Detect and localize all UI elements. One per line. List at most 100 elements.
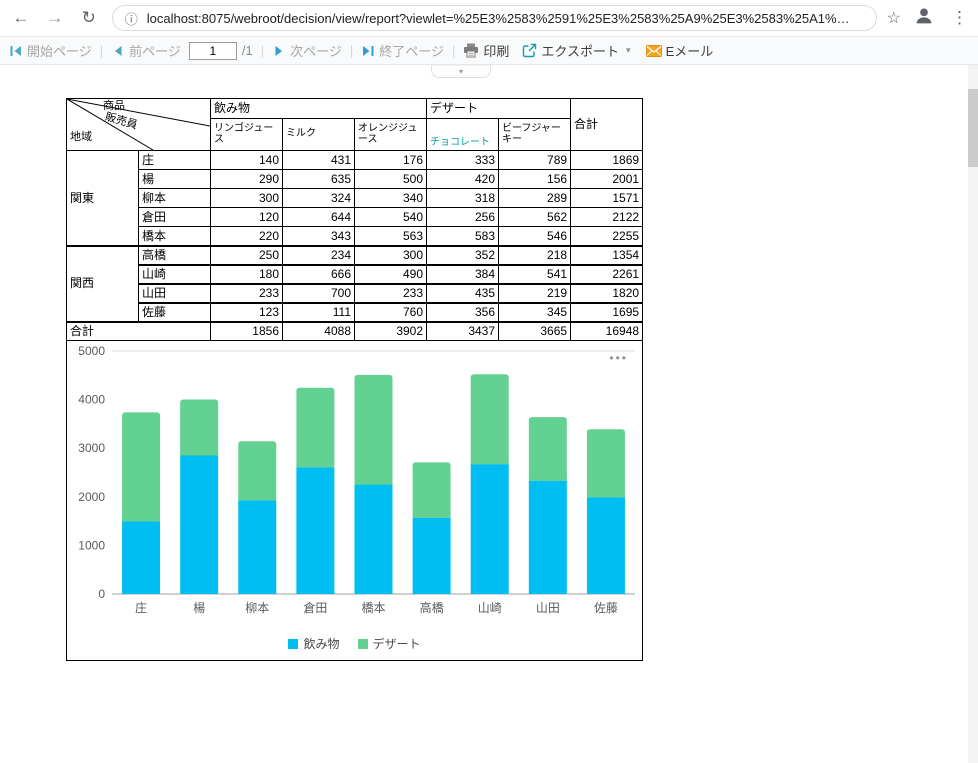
bar-segment-drinks[interactable] bbox=[180, 455, 218, 594]
value-cell: 500 bbox=[355, 170, 427, 189]
column-header-milk: ミルク bbox=[283, 118, 355, 150]
value-cell: 760 bbox=[355, 303, 427, 322]
email-button[interactable]: Eメール bbox=[646, 41, 714, 60]
print-button[interactable]: 印刷 bbox=[463, 41, 509, 60]
pivot-table: 商品 販売員 地域 飲み物 デザート 合計 リンゴジュース ミルク オレンジジュ… bbox=[66, 98, 643, 341]
value-cell: 431 bbox=[283, 151, 355, 170]
region-cell: 関西 bbox=[67, 246, 139, 322]
profile-avatar-icon[interactable] bbox=[913, 5, 935, 32]
bar-segment-dessert[interactable] bbox=[238, 441, 276, 500]
column-header-orange-juice: オレンジジュース bbox=[355, 118, 427, 150]
reload-icon[interactable]: ↻ bbox=[78, 8, 100, 28]
bar-segment-drinks[interactable] bbox=[413, 518, 451, 594]
last-page-label: 終了ページ bbox=[379, 41, 444, 60]
table-row: 山崎1806664903845412261 bbox=[67, 265, 643, 284]
info-icon[interactable]: ⓘ bbox=[125, 9, 138, 28]
value-cell: 256 bbox=[427, 208, 499, 227]
y-tick-label: 1000 bbox=[78, 538, 105, 552]
value-cell: 140 bbox=[211, 151, 283, 170]
forward-icon[interactable]: → bbox=[44, 8, 66, 28]
bar-segment-drinks[interactable] bbox=[587, 497, 625, 594]
email-label: Eメール bbox=[666, 41, 714, 60]
bar-segment-drinks[interactable] bbox=[355, 485, 393, 594]
value-cell: 333 bbox=[427, 151, 499, 170]
legend-item[interactable]: 飲み物 bbox=[288, 635, 339, 652]
bar-segment-dessert[interactable] bbox=[122, 412, 160, 521]
next-page-label: 次ページ bbox=[290, 41, 342, 60]
column-header-apple-juice: リンゴジュース bbox=[211, 118, 283, 150]
x-category-label: 山崎 bbox=[478, 601, 502, 615]
prev-page-button[interactable]: 前ページ bbox=[111, 41, 181, 60]
vertical-scrollbar[interactable] bbox=[968, 65, 978, 763]
chart-legend: 飲み物 デザート bbox=[67, 635, 642, 652]
seller-cell: 庄 bbox=[139, 151, 211, 170]
y-tick-label: 0 bbox=[98, 587, 105, 601]
bar-segment-dessert[interactable] bbox=[180, 400, 218, 456]
separator: | bbox=[452, 43, 455, 58]
value-cell: 233 bbox=[355, 284, 427, 303]
prev-page-icon bbox=[111, 44, 125, 58]
report-toolbar: 開始ページ | 前ページ /1 | 次ページ | 終了ページ | 印刷 bbox=[0, 36, 978, 65]
legend-item[interactable]: デザート bbox=[358, 635, 421, 652]
value-cell: 352 bbox=[427, 246, 499, 265]
value-cell: 180 bbox=[211, 265, 283, 284]
seller-cell: 山崎 bbox=[139, 265, 211, 284]
value-cell: 2001 bbox=[571, 170, 643, 189]
value-cell: 300 bbox=[211, 189, 283, 208]
bar-segment-dessert[interactable] bbox=[296, 388, 334, 468]
table-row: 佐藤1231117603563451695 bbox=[67, 303, 643, 322]
bar-segment-drinks[interactable] bbox=[471, 464, 509, 594]
stacked-bar-chart: ••• 010002000300040005000庄楊柳本倉田橋本高橋山崎山田佐… bbox=[66, 341, 643, 661]
page-total-label: /1 bbox=[242, 43, 253, 58]
bar-segment-dessert[interactable] bbox=[471, 374, 509, 464]
export-button[interactable]: エクスポート ▾ bbox=[522, 41, 630, 60]
address-bar[interactable]: ⓘ localhost:8075/webroot/decision/view/r… bbox=[112, 5, 877, 31]
table-row: 関東庄1404311763337891869 bbox=[67, 151, 643, 170]
table-row: 山田2337002334352191820 bbox=[67, 284, 643, 303]
seller-cell: 橋本 bbox=[139, 227, 211, 246]
y-tick-label: 2000 bbox=[78, 490, 105, 504]
x-category-label: 楊 bbox=[193, 600, 205, 615]
column-header-chocolate: チョコレート bbox=[427, 118, 499, 150]
first-page-button[interactable]: 開始ページ bbox=[9, 41, 92, 60]
value-cell: 300 bbox=[355, 246, 427, 265]
value-cell: 219 bbox=[499, 284, 571, 303]
bar-segment-dessert[interactable] bbox=[413, 462, 451, 517]
value-cell: 2255 bbox=[571, 227, 643, 246]
legend-swatch-icon bbox=[288, 639, 298, 649]
export-label: エクスポート bbox=[541, 41, 619, 60]
next-page-button[interactable]: 次ページ bbox=[272, 41, 342, 60]
bar-segment-dessert[interactable] bbox=[355, 375, 393, 485]
bar-segment-drinks[interactable] bbox=[238, 500, 276, 594]
toolbar-collapse-handle[interactable]: ▾ bbox=[431, 65, 491, 78]
bar-segment-dessert[interactable] bbox=[529, 417, 567, 481]
export-caret-icon: ▾ bbox=[626, 45, 631, 56]
corner-row-dimension: 地域 bbox=[70, 131, 92, 144]
scrollbar-thumb[interactable] bbox=[968, 89, 978, 167]
bookmark-star-icon[interactable]: ☆ bbox=[887, 8, 901, 28]
first-page-icon bbox=[9, 44, 23, 58]
bar-segment-drinks[interactable] bbox=[529, 481, 567, 594]
value-cell: 546 bbox=[499, 227, 571, 246]
seller-cell: 柳本 bbox=[139, 189, 211, 208]
bar-segment-drinks[interactable] bbox=[122, 521, 160, 594]
url-text[interactable]: localhost:8075/webroot/decision/view/rep… bbox=[147, 11, 864, 26]
value-cell: 250 bbox=[211, 246, 283, 265]
last-page-button[interactable]: 終了ページ bbox=[361, 41, 444, 60]
value-cell: 233 bbox=[211, 284, 283, 303]
value-cell: 2122 bbox=[571, 208, 643, 227]
bar-segment-drinks[interactable] bbox=[296, 467, 334, 594]
bar-segment-dessert[interactable] bbox=[587, 429, 625, 497]
x-category-label: 柳本 bbox=[245, 601, 269, 615]
chart-menu-button[interactable]: ••• bbox=[609, 351, 628, 365]
value-cell: 435 bbox=[427, 284, 499, 303]
value-cell: 176 bbox=[355, 151, 427, 170]
page-number-input[interactable] bbox=[189, 42, 237, 60]
report-content: 商品 販売員 地域 飲み物 デザート 合計 リンゴジュース ミルク オレンジジュ… bbox=[66, 98, 643, 661]
browser-menu-icon[interactable]: ⋮ bbox=[951, 8, 968, 28]
bar-segment-join bbox=[529, 477, 567, 481]
first-page-label: 開始ページ bbox=[27, 41, 92, 60]
back-icon[interactable]: ← bbox=[10, 8, 32, 28]
separator: | bbox=[261, 43, 264, 58]
x-category-label: 橋本 bbox=[361, 601, 385, 615]
